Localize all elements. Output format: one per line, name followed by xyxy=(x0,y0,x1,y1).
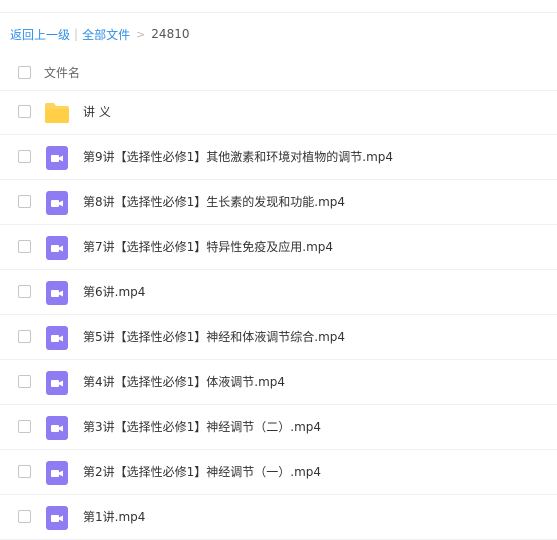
file-row[interactable]: 第3讲【选择性必修1】神经调节（二）.mp4 xyxy=(0,405,557,450)
column-header-filename: 文件名 xyxy=(44,66,81,80)
current-folder: 24810 xyxy=(151,27,190,41)
row-checkbox[interactable] xyxy=(18,150,31,163)
file-name[interactable]: 第2讲【选择性必修1】神经调节（一）.mp4 xyxy=(83,463,321,480)
video-file-icon xyxy=(46,371,70,395)
video-file-icon xyxy=(46,281,70,305)
file-row[interactable]: 第9讲【选择性必修1】其他激素和环境对植物的调节.mp4 xyxy=(0,135,557,180)
breadcrumb: 返回上一级 | 全部文件 > 24810 xyxy=(10,26,189,42)
file-name[interactable]: 第5讲【选择性必修1】神经和体液调节综合.mp4 xyxy=(83,328,345,345)
video-file-icon xyxy=(46,146,70,170)
row-checkbox[interactable] xyxy=(18,465,31,478)
video-file-icon xyxy=(46,461,70,485)
breadcrumb-separator: | xyxy=(74,27,79,41)
file-row[interactable]: 第7讲【选择性必修1】特异性免疫及应用.mp4 xyxy=(0,225,557,270)
all-files-link[interactable]: 全部文件 xyxy=(82,26,130,43)
row-checkbox[interactable] xyxy=(18,510,31,523)
select-all-checkbox[interactable] xyxy=(18,66,31,79)
row-checkbox[interactable] xyxy=(18,285,31,298)
file-name[interactable]: 第3讲【选择性必修1】神经调节（二）.mp4 xyxy=(83,418,321,435)
row-checkbox[interactable] xyxy=(18,375,31,388)
video-file-icon xyxy=(46,506,70,530)
file-row[interactable]: 第8讲【选择性必修1】生长素的发现和功能.mp4 xyxy=(0,180,557,225)
video-file-icon xyxy=(46,326,70,350)
file-row[interactable]: 第6讲.mp4 xyxy=(0,270,557,315)
file-name[interactable]: 第9讲【选择性必修1】其他激素和环境对植物的调节.mp4 xyxy=(83,148,393,165)
row-checkbox[interactable] xyxy=(18,105,31,118)
video-file-icon xyxy=(46,191,70,215)
video-file-icon xyxy=(46,236,70,260)
file-name[interactable]: 第8讲【选择性必修1】生长素的发现和功能.mp4 xyxy=(83,193,345,210)
back-link[interactable]: 返回上一级 xyxy=(10,26,70,43)
row-checkbox[interactable] xyxy=(18,195,31,208)
file-name[interactable]: 第6讲.mp4 xyxy=(83,283,145,300)
file-name[interactable]: 第7讲【选择性必修1】特异性免疫及应用.mp4 xyxy=(83,238,333,255)
top-divider xyxy=(0,12,557,13)
file-name[interactable]: 讲 义 xyxy=(83,103,111,120)
row-checkbox[interactable] xyxy=(18,420,31,433)
row-checkbox[interactable] xyxy=(18,330,31,343)
breadcrumb-arrow: > xyxy=(136,27,146,41)
folder-icon xyxy=(44,102,70,126)
file-row[interactable]: 第4讲【选择性必修1】体液调节.mp4 xyxy=(0,360,557,405)
video-file-icon xyxy=(46,416,70,440)
file-row[interactable]: 第5讲【选择性必修1】神经和体液调节综合.mp4 xyxy=(0,315,557,360)
file-name[interactable]: 第4讲【选择性必修1】体液调节.mp4 xyxy=(83,373,285,390)
file-name[interactable]: 第1讲.mp4 xyxy=(83,508,145,525)
file-row[interactable]: 第1讲.mp4 xyxy=(0,495,557,540)
file-row[interactable]: 第2讲【选择性必修1】神经调节（一）.mp4 xyxy=(0,450,557,495)
folder-row[interactable]: 讲 义 xyxy=(0,90,557,135)
file-list-header: 文件名 xyxy=(0,56,557,91)
row-checkbox[interactable] xyxy=(18,240,31,253)
